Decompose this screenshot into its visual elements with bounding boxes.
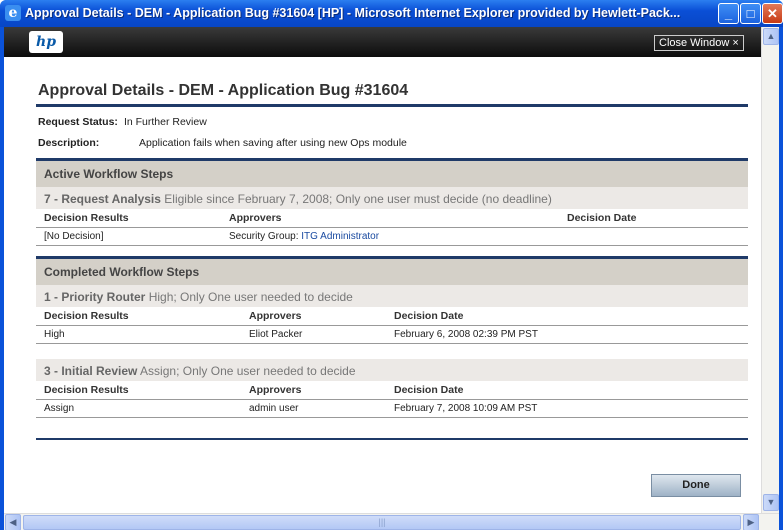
step-header: 7 - Request Analysis Eligible since Febr… — [36, 187, 748, 209]
description-value: Application fails when saving after usin… — [139, 137, 407, 149]
browser-client: hp Close Window × Approval Details - DEM… — [4, 27, 779, 530]
completed-workflow-heading: Completed Workflow Steps — [36, 259, 748, 285]
decision-result: Assign — [36, 399, 241, 418]
decision-table: Decision Results Approvers Decision Date… — [36, 381, 748, 418]
horizontal-scrollbar[interactable]: ◀ ||| ▶ — [4, 513, 779, 530]
step-info: Assign; Only One user needed to decide — [140, 364, 356, 378]
step-info: High; Only One user needed to decide — [148, 290, 353, 304]
scroll-left-icon[interactable]: ◀ — [5, 514, 21, 530]
approval-details-panel: Approval Details - DEM - Application Bug… — [36, 72, 748, 497]
title-bar[interactable]: e Approval Details - DEM - Application B… — [0, 0, 783, 27]
step-header: 3 - Initial Review Assign; Only One user… — [36, 359, 748, 381]
step-name: 3 - Initial Review — [44, 364, 138, 378]
close-window-link[interactable]: Close Window × — [654, 35, 744, 51]
col-decision-results: Decision Results — [36, 381, 241, 400]
approver: Eliot Packer — [241, 325, 386, 344]
decision-date: February 6, 2008 02:39 PM PST — [386, 325, 748, 344]
table-header-row: Decision Results Approvers Decision Date — [36, 307, 748, 326]
title-divider — [36, 104, 748, 107]
scroll-right-icon[interactable]: ▶ — [743, 514, 759, 530]
active-workflow-section: Active Workflow Steps 7 - Request Analys… — [36, 158, 748, 246]
description-label: Description: — [38, 137, 100, 149]
hp-logo: hp — [29, 31, 63, 53]
col-decision-date: Decision Date — [386, 381, 748, 400]
step-name: 7 - Request Analysis — [44, 192, 161, 206]
approver: admin user — [241, 399, 386, 418]
table-header-row: Decision Results Approvers Decision Date — [36, 381, 748, 400]
decision-table: Decision Results Approvers Decision Date… — [36, 209, 748, 246]
table-header-row: Decision Results Approvers Decision Date — [36, 209, 748, 228]
table-row: Assign admin user February 7, 2008 10:09… — [36, 399, 748, 418]
window-title: Approval Details - DEM - Application Bug… — [25, 6, 681, 20]
request-status-row: Request Status: In Further Review — [36, 116, 748, 128]
request-status-value: In Further Review — [123, 116, 207, 128]
minimize-button[interactable]: _ — [718, 3, 739, 24]
scroll-up-icon[interactable]: ▲ — [763, 28, 779, 45]
approver-cell: Security Group: ITG Administrator — [221, 227, 559, 246]
horizontal-scroll-thumb[interactable]: ||| — [23, 515, 741, 530]
col-approvers: Approvers — [241, 381, 386, 400]
vertical-scrollbar[interactable]: ▲ ▼ — [761, 27, 779, 513]
col-decision-results: Decision Results — [36, 307, 241, 326]
col-decision-date: Decision Date — [559, 209, 748, 228]
decision-date: February 7, 2008 10:09 AM PST — [386, 399, 748, 418]
browser-window: e Approval Details - DEM - Application B… — [0, 0, 783, 530]
request-status-label: Request Status: — [38, 116, 118, 128]
decision-result: High — [36, 325, 241, 344]
active-workflow-heading: Active Workflow Steps — [36, 161, 748, 187]
description-row: Description: Application fails when savi… — [36, 137, 748, 149]
maximize-button[interactable]: □ — [740, 3, 761, 24]
step-name: 1 - Priority Router — [44, 290, 146, 304]
col-decision-date: Decision Date — [386, 307, 748, 326]
decision-date — [559, 227, 748, 246]
page-title: Approval Details - DEM - Application Bug… — [38, 82, 409, 99]
scroll-down-icon[interactable]: ▼ — [763, 494, 779, 511]
done-button[interactable]: Done — [651, 474, 741, 497]
close-button[interactable]: ✕ — [762, 3, 783, 24]
decision-table: Decision Results Approvers Decision Date… — [36, 307, 748, 344]
col-approvers: Approvers — [241, 307, 386, 326]
decision-result: [No Decision] — [36, 227, 221, 246]
completed-workflow-section: Completed Workflow Steps 1 - Priority Ro… — [36, 256, 748, 418]
bottom-divider — [36, 438, 748, 440]
hp-header-bar: hp Close Window × — [4, 27, 761, 57]
step-header: 1 - Priority Router High; Only One user … — [36, 285, 748, 307]
approver-link[interactable]: ITG Administrator — [301, 231, 379, 242]
table-row: High Eliot Packer February 6, 2008 02:39… — [36, 325, 748, 344]
col-decision-results: Decision Results — [36, 209, 221, 228]
approver-prefix: Security Group: — [229, 231, 302, 242]
ie-icon: e — [5, 5, 21, 21]
col-approvers: Approvers — [221, 209, 559, 228]
table-row: [No Decision] Security Group: ITG Admini… — [36, 227, 748, 246]
step-info: Eligible since February 7, 2008; Only on… — [164, 192, 552, 206]
